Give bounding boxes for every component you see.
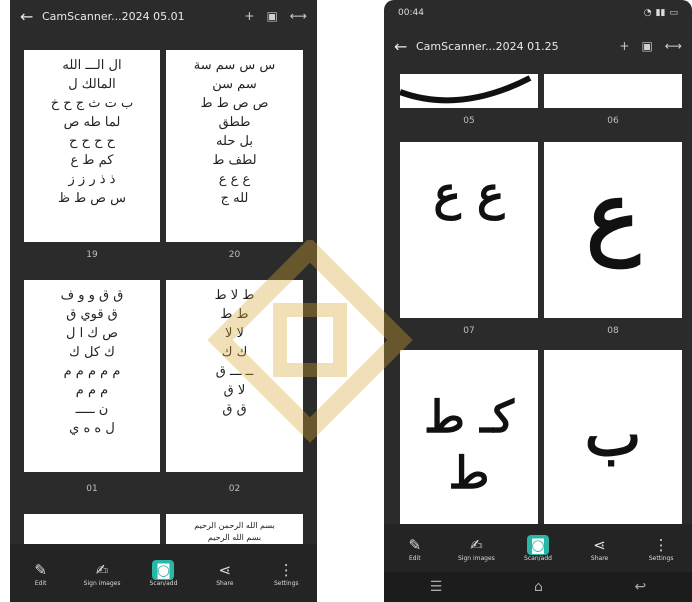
share-button[interactable]: ⋖ Share xyxy=(575,535,625,562)
back-arrow-icon[interactable]: ← xyxy=(394,37,416,56)
page-thumbnail[interactable]: ع xyxy=(544,142,682,318)
status-icons: ◔ ▮▮ ▭ xyxy=(644,8,678,18)
page-number: 01 xyxy=(86,484,98,494)
left-phone-screen: ← CamScanner...2024 05.01 + ▣ ⟷ ال الـــ… xyxy=(10,0,317,602)
page-thumbnail[interactable]: ال الـــ الله المالك لب ت ث ج ح خ لما طه ص… xyxy=(24,50,160,242)
sign-button[interactable]: ✍ Sign images xyxy=(77,560,127,587)
edit-icon: ✎ xyxy=(408,535,422,554)
scan-add-button[interactable]: ◙ Scan/add xyxy=(513,534,563,562)
more-button[interactable]: ⋮ Settings xyxy=(636,535,686,562)
page-text: ط لا طط ط لا لا ك ك ــ ـــ ق لا قق ق xyxy=(214,288,255,417)
tool-label: Sign images xyxy=(457,554,495,562)
tool-label: Scan/add xyxy=(524,554,552,562)
page-thumbnail[interactable]: ق ق و و فق قوي قص ك ا لك كل كم م م م مم … xyxy=(24,280,160,472)
page-thumbnail[interactable]: كـ ط ط xyxy=(400,350,538,526)
tool-label: Settings xyxy=(273,579,299,587)
page-glyph: ب xyxy=(584,400,642,470)
sign-button[interactable]: ✍ Sign images xyxy=(451,535,501,562)
tool-label: Edit xyxy=(34,579,47,587)
battery-icon: ▭ xyxy=(669,8,678,18)
app-bar: ← CamScanner...2024 05.01 + ▣ ⟷ xyxy=(10,0,317,32)
fit-width-icon[interactable]: ⟷ xyxy=(290,9,307,23)
document-title: CamScanner...2024 05.01 xyxy=(42,9,185,23)
page-thumbnail[interactable]: ع ع xyxy=(400,142,538,318)
document-title: CamScanner...2024 01.25 xyxy=(416,39,559,53)
edit-button[interactable]: ✎ Edit xyxy=(390,535,440,562)
page-number: 05 xyxy=(463,116,475,126)
system-nav-bar: ☰ ⌂ ↩ xyxy=(384,572,692,602)
add-page-icon[interactable]: + xyxy=(244,9,254,23)
page-glyph: ع xyxy=(586,162,640,268)
system-back-icon[interactable]: ↩ xyxy=(634,579,646,595)
signature-icon: ✍ xyxy=(470,535,483,554)
tool-label: Share xyxy=(590,554,609,562)
bottom-toolbar: ✎ Edit ✍ Sign images ◙ Scan/add ⋖ Share ⋮ Set… xyxy=(384,524,692,572)
camera-icon: ◙ xyxy=(526,534,549,555)
home-icon[interactable]: ⌂ xyxy=(534,579,543,595)
page-number: 07 xyxy=(463,326,475,336)
page-thumbnail[interactable]: ط لا طط ط لا لا ك ك ــ ـــ ق لا قق ق xyxy=(166,280,303,472)
page-glyph: ع ع xyxy=(433,166,505,220)
select-icon[interactable]: ▣ xyxy=(641,39,652,53)
wifi-icon: ◔ xyxy=(643,8,652,18)
page-thumbnail[interactable] xyxy=(400,74,538,108)
page-thumbnail[interactable]: س س سم سة سم سن ص ص ط ط ططق بل حله لطف طع ع ع… xyxy=(166,50,303,242)
page-text: ال الـــ الله المالك لب ت ث ج ح خ لما طه ص… xyxy=(50,58,134,206)
right-phone-screen: 00:44 ◔ ▮▮ ▭ ← CamScanner...2024 01.25 +… xyxy=(384,0,692,602)
edit-button[interactable]: ✎ Edit xyxy=(16,560,66,587)
fit-width-icon[interactable]: ⟷ xyxy=(665,39,682,53)
camera-icon: ◙ xyxy=(152,559,175,580)
page-text: بسم الله الرحمن الرحيم بسم الله الرحيم xyxy=(194,521,275,542)
page-number: 08 xyxy=(607,326,619,336)
page-thumbnail[interactable]: ب xyxy=(544,350,682,526)
edit-icon: ✎ xyxy=(34,560,47,579)
status-time: 00:44 xyxy=(398,8,424,18)
page-number: 19 xyxy=(86,250,98,260)
page-number: 02 xyxy=(228,484,241,494)
app-bar: ← CamScanner...2024 01.25 + ▣ ⟷ xyxy=(384,30,692,62)
tool-label: Sign images xyxy=(83,579,121,587)
tool-label: Share xyxy=(216,579,234,587)
tool-label: Settings xyxy=(648,554,674,562)
page-grid: 05 06 ع ع 07 ع 08 كـ ط ط ب xyxy=(384,74,692,538)
share-button[interactable]: ⋖ Share xyxy=(200,560,250,587)
page-number: 20 xyxy=(228,250,241,260)
scan-add-button[interactable]: ◙ Scan/add xyxy=(138,559,188,587)
page-thumbnail[interactable] xyxy=(544,74,682,108)
add-page-icon[interactable]: + xyxy=(619,39,629,53)
tool-label: Scan/add xyxy=(149,579,178,587)
page-text: ق ق و و فق قوي قص ك ا لك كل كم م م م مم … xyxy=(60,288,124,436)
back-arrow-icon[interactable]: ← xyxy=(20,7,42,26)
select-icon[interactable]: ▣ xyxy=(266,9,277,23)
stroke-image xyxy=(400,75,532,104)
bottom-toolbar: ✎ Edit ✍ Sign images ◙ Scan/add ⋖ Share ⋮ Set… xyxy=(10,544,317,602)
page-grid: ال الـــ الله المالك لب ت ث ج ح خ لما طه ص… xyxy=(10,38,317,554)
page-number: 06 xyxy=(607,116,619,126)
page-text: س س سم سة سم سن ص ص ط ط ططق بل حله لطف طع ع ع… xyxy=(193,58,276,206)
signature-icon: ✍ xyxy=(95,560,109,579)
signal-icon: ▮▮ xyxy=(655,8,666,18)
page-glyph: كـ ط ط xyxy=(424,392,514,499)
share-icon: ⋖ xyxy=(593,535,606,554)
status-bar: 00:44 ◔ ▮▮ ▭ xyxy=(384,0,692,26)
share-icon: ⋖ xyxy=(218,560,232,579)
more-icon: ⋮ xyxy=(653,535,669,554)
more-button[interactable]: ⋮ Settings xyxy=(261,560,311,587)
recent-apps-icon[interactable]: ☰ xyxy=(430,579,443,595)
tool-label: Edit xyxy=(408,554,421,562)
more-icon: ⋮ xyxy=(278,560,294,579)
